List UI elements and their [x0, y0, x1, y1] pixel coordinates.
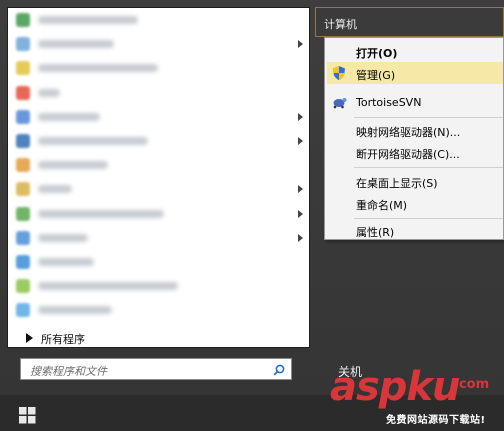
context-item-map-drive[interactable]: 映射网络驱动器(N)... [327, 119, 503, 141]
program-item[interactable] [14, 228, 303, 248]
orange-app-icon [16, 158, 30, 173]
green-app-icon [16, 13, 30, 27]
context-item-properties[interactable]: 属性(R) [327, 219, 503, 241]
programs-panel: 所有程序 [7, 7, 310, 348]
program-item[interactable] [14, 179, 303, 199]
context-item-label: 属性(R) [356, 226, 395, 239]
program-label [38, 40, 114, 49]
program-label [38, 16, 138, 24]
program-item[interactable] [14, 10, 302, 30]
context-item-label: 重命名(M) [356, 199, 408, 212]
folder-icon [16, 182, 30, 197]
context-item-manage[interactable]: 管理(G) [327, 62, 503, 84]
context-item-open[interactable]: 打开(O) [327, 40, 503, 62]
submenu-arrow-icon [298, 185, 303, 194]
menu-separator [354, 117, 503, 118]
qq-icon [16, 85, 30, 100]
search-input[interactable]: 搜索程序和文件 [20, 358, 292, 380]
program-label [38, 209, 164, 218]
context-item-label: 在桌面上显示(S) [356, 177, 438, 190]
search-placeholder: 搜索程序和文件 [30, 365, 107, 378]
program-label [38, 258, 94, 266]
aspku-watermark: aspku .com 免费网站源码下载站! [330, 365, 502, 429]
program-label [38, 112, 100, 121]
program-label [38, 282, 178, 291]
context-item-rename[interactable]: 重命名(M) [327, 192, 503, 214]
program-item[interactable] [14, 276, 302, 296]
watermark-domain: .com [454, 377, 490, 392]
program-label [38, 161, 108, 170]
program-label [38, 64, 158, 73]
program-label [38, 233, 88, 242]
watermark-logo: aspku [330, 364, 461, 410]
program-item[interactable] [14, 107, 303, 127]
context-item-label: 管理(G) [356, 69, 396, 82]
context-menu: 打开(O) 管理(G) TortoiseSVN 映射网络驱动器(N)... 断开 [324, 37, 504, 240]
blue-app-icon [16, 109, 30, 124]
context-item-show-on-desktop[interactable]: 在桌面上显示(S) [327, 170, 503, 192]
context-item-label: 映射网络驱动器(N)... [356, 126, 461, 139]
network-app-icon [16, 230, 30, 245]
all-programs-button[interactable]: 所有程序 [16, 326, 306, 348]
context-item-label: 断开网络驱动器(C)... [356, 148, 460, 161]
shield-icon [333, 66, 345, 80]
flash-fxp-icon [16, 37, 30, 52]
program-item[interactable] [14, 34, 303, 54]
submenu-arrow-icon [298, 209, 303, 218]
submenu-arrow-icon [298, 112, 303, 121]
submenu-arrow-icon [298, 233, 303, 242]
context-item-disconnect-drive[interactable]: 断开网络驱动器(C)... [327, 141, 503, 163]
program-label [38, 306, 112, 315]
context-item-tortoisesvn[interactable]: TortoiseSVN [327, 91, 503, 113]
start-menu: 所有程序 搜索程序和文件 计算机 打开(O) 管理(G) TortoiseSVN… [0, 0, 504, 395]
program-item[interactable] [14, 300, 302, 320]
program-label [38, 88, 60, 97]
program-label [38, 185, 72, 194]
tortoise-svn-icon [333, 98, 347, 109]
program-item[interactable] [14, 252, 302, 272]
all-programs-label: 所有程序 [41, 333, 85, 346]
menu-separator [354, 167, 503, 168]
program-item[interactable] [14, 204, 303, 224]
program-item[interactable] [14, 83, 302, 103]
globe-icon [16, 255, 30, 269]
watermark-tagline: 免费网站源码下载站! [386, 415, 486, 426]
computer-label: 计算机 [324, 18, 357, 31]
photoshop-icon [16, 134, 30, 148]
program-item[interactable] [14, 131, 303, 151]
submenu-arrow-icon [298, 137, 303, 145]
submenu-arrow-icon [298, 40, 303, 49]
program-item[interactable] [14, 155, 302, 175]
yellow-app-icon [16, 61, 30, 76]
context-item-label: TortoiseSVN [356, 96, 422, 109]
search-icon[interactable] [273, 364, 285, 376]
program-item[interactable] [14, 58, 302, 78]
program-label [38, 137, 148, 145]
windows-start-icon[interactable] [19, 407, 36, 424]
computer-button[interactable]: 计算机 [315, 7, 504, 37]
ie-icon [16, 303, 30, 318]
vmware-icon [16, 206, 30, 221]
triangle-right-icon [26, 333, 33, 343]
context-item-label: 打开(O) [356, 47, 398, 60]
colorful-app-icon [16, 279, 30, 294]
